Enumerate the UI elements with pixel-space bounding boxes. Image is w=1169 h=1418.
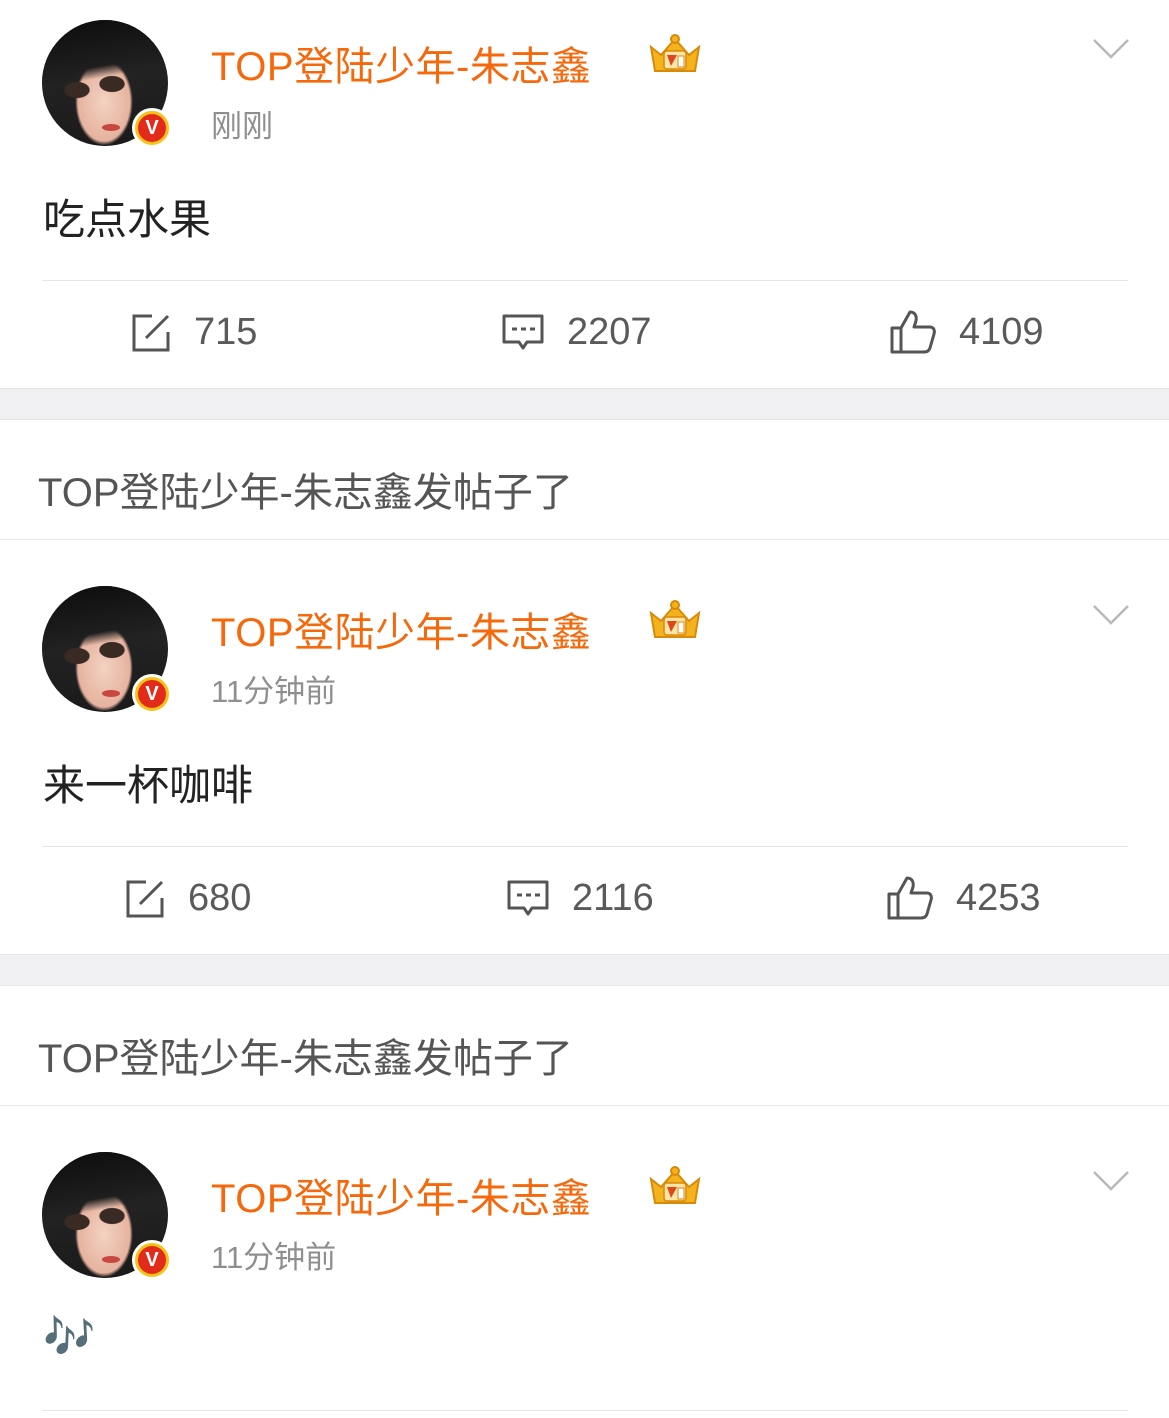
chevron-down-icon[interactable] xyxy=(1092,604,1130,626)
divider xyxy=(42,1410,1128,1411)
like-count: 4253 xyxy=(956,876,1041,919)
avatar[interactable]: V xyxy=(42,20,172,148)
post-content: 🎶 xyxy=(43,1312,96,1361)
divider xyxy=(42,280,1128,281)
post-notice[interactable]: TOP登陆少年-朱志鑫发帖子了 xyxy=(0,420,1169,540)
repost-icon xyxy=(132,314,170,351)
like-button[interactable]: 4109 xyxy=(889,309,1044,355)
author-name[interactable]: TOP登陆少年-朱志鑫 xyxy=(211,34,591,92)
post-time: 11分钟前 xyxy=(211,674,337,709)
verified-v-icon: V xyxy=(132,108,172,148)
weibo-feed: V TOP登陆少年-朱志鑫 刚刚 吃点水果 715 2207 4109 TOP登… xyxy=(0,0,1169,1418)
crown-badge-icon xyxy=(649,600,701,638)
post-card: V TOP登陆少年-朱志鑫 11分钟前 来一杯咖啡 680 2116 4253 xyxy=(0,541,1169,954)
avatar[interactable]: V xyxy=(42,586,172,714)
author-name[interactable]: TOP登陆少年-朱志鑫 xyxy=(211,1166,591,1224)
section-separator xyxy=(0,954,1169,986)
notice-text: TOP登陆少年-朱志鑫发帖子了 xyxy=(38,471,573,515)
like-icon xyxy=(890,310,936,354)
comment-count: 2207 xyxy=(567,311,652,353)
verified-v-icon: V xyxy=(132,1240,172,1280)
comment-icon xyxy=(502,314,544,349)
section-separator xyxy=(0,388,1169,420)
divider xyxy=(42,846,1128,847)
like-count: 4109 xyxy=(959,310,1044,353)
crown-badge-icon xyxy=(649,1166,701,1204)
post-content: 吃点水果 xyxy=(43,195,212,244)
avatar[interactable]: V xyxy=(42,1152,172,1280)
like-button[interactable]: 4253 xyxy=(886,875,1041,921)
chevron-down-icon[interactable] xyxy=(1092,38,1130,60)
comment-count: 2116 xyxy=(572,877,654,919)
post-card: V TOP登陆少年-朱志鑫 刚刚 吃点水果 715 2207 4109 xyxy=(0,0,1169,388)
post-content: 来一杯咖啡 xyxy=(43,761,254,810)
notice-text: TOP登陆少年-朱志鑫发帖子了 xyxy=(38,1037,573,1081)
repost-count: 715 xyxy=(194,311,258,353)
verified-v-icon: V xyxy=(132,674,172,714)
comment-button[interactable]: 2116 xyxy=(506,877,654,920)
crown-badge-icon xyxy=(649,34,701,72)
post-card: V TOP登陆少年-朱志鑫 11分钟前 🎶 xyxy=(0,1107,1169,1418)
post-time: 刚刚 xyxy=(211,109,273,144)
author-name[interactable]: TOP登陆少年-朱志鑫 xyxy=(211,600,591,658)
post-time: 11分钟前 xyxy=(211,1240,337,1275)
post-notice[interactable]: TOP登陆少年-朱志鑫发帖子了 xyxy=(0,986,1169,1106)
chevron-down-icon[interactable] xyxy=(1092,1170,1130,1192)
repost-button[interactable]: 680 xyxy=(124,877,251,920)
repost-button[interactable]: 715 xyxy=(130,311,257,354)
repost-count: 680 xyxy=(188,877,252,919)
repost-icon xyxy=(126,880,164,917)
like-icon xyxy=(887,876,933,920)
comment-button[interactable]: 2207 xyxy=(501,311,652,354)
comment-icon xyxy=(507,880,549,915)
